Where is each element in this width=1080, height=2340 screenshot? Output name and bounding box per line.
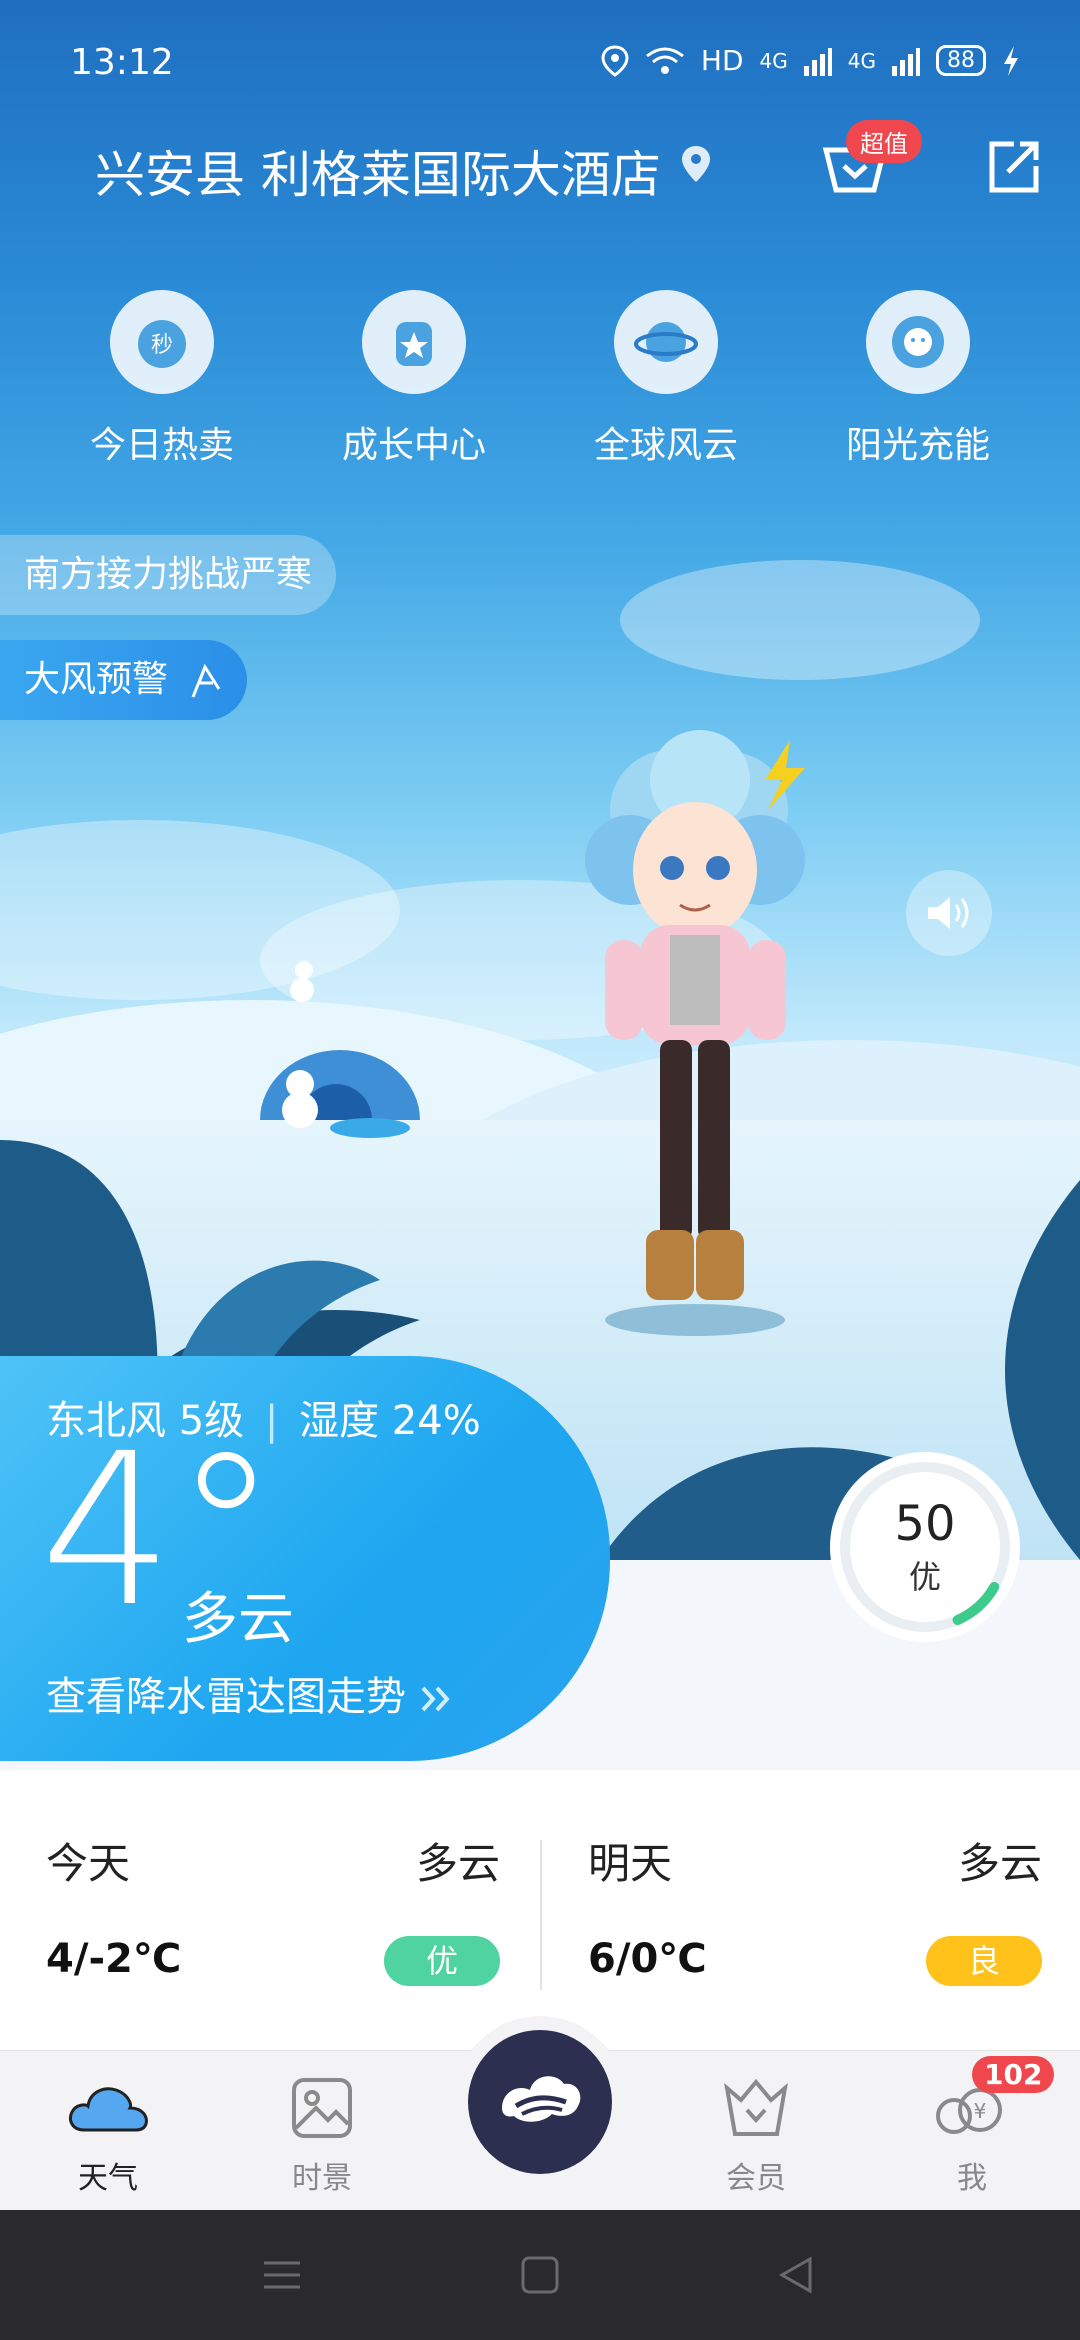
- status-bar: 13:12 HD 4G 4G 88: [0, 0, 1080, 130]
- tab-label: 会员: [726, 2161, 786, 2196]
- current-weather-card[interactable]: 东北风 5级 | 湿度 24% 4° 多云 查看降水雷达图走势: [0, 1356, 610, 1761]
- charging-icon: [1004, 45, 1018, 76]
- humidity-text: 湿度 24%: [299, 1398, 481, 1444]
- warning-banner[interactable]: 大风预警: [0, 640, 248, 720]
- aqi-level: 优: [908, 1558, 941, 1596]
- speaker-button[interactable]: [906, 870, 992, 956]
- menu-icon[interactable]: [262, 2255, 302, 2295]
- svg-text:¥: ¥: [974, 2099, 987, 2123]
- character-illustration: [585, 730, 805, 1336]
- back-icon[interactable]: [776, 2255, 816, 2295]
- planet-icon: [614, 290, 718, 394]
- deal-badge: 超值: [846, 120, 922, 163]
- network-4g-indicator: 4G: [847, 48, 876, 73]
- forecast-panel: 今天 多云 4/-2℃ 优 明天 多云 6/0℃ 良: [0, 1770, 1080, 2050]
- quick-action-global-weather[interactable]: 全球风云: [556, 290, 776, 468]
- signal-icon: [892, 47, 920, 76]
- forecast-condition: 多云: [957, 1839, 1042, 1888]
- forecast-aq-badge: 良: [926, 1936, 1042, 1986]
- quick-action-sunshine[interactable]: 阳光充能: [808, 290, 1028, 468]
- swirl-cloud-icon: [502, 2076, 581, 2122]
- notification-badge: 102: [972, 2056, 1055, 2093]
- hd-indicator: HD: [700, 44, 744, 77]
- quick-action-flash-sale[interactable]: 秒 今日热卖: [52, 290, 272, 468]
- news-banner-text: 南方接力挑战严寒: [24, 554, 313, 595]
- home-icon[interactable]: [520, 2255, 560, 2295]
- quick-action-label: 成长中心: [341, 425, 486, 466]
- forecast-temp-range: 4/-2℃: [46, 1936, 182, 1982]
- radar-link[interactable]: 查看降水雷达图走势: [46, 1664, 459, 1722]
- tab-label: 我: [957, 2161, 987, 2196]
- location-icon: [601, 44, 629, 77]
- growth-medal-icon: [362, 290, 466, 394]
- wind-flag-icon: [192, 663, 221, 698]
- tab-label: 时景: [292, 2161, 352, 2196]
- cloud-shape: [620, 560, 980, 680]
- current-condition: 多云: [182, 1587, 294, 1652]
- quick-action-label: 今日热卖: [89, 425, 234, 466]
- aqi-value: 50: [894, 1496, 956, 1552]
- forecast-temp-range: 6/0℃: [588, 1936, 707, 1982]
- tab-membership[interactable]: 会员: [686, 2071, 826, 2197]
- forecast-day: 明天: [588, 1839, 673, 1888]
- forecast-tomorrow[interactable]: 明天 多云 6/0℃ 良: [542, 1770, 1042, 2030]
- battery-indicator: 88: [936, 45, 986, 76]
- weather-scene: [0, 0, 1080, 1560]
- tab-label: 天气: [78, 2161, 138, 2196]
- signal-icon: [803, 47, 832, 76]
- status-time: 13:12: [70, 42, 174, 83]
- forecast-aq-badge: 优: [384, 1936, 500, 1986]
- tab-weather[interactable]: 天气: [38, 2071, 178, 2197]
- forecast-condition: 多云: [415, 1839, 500, 1888]
- forecast-day: 今天: [46, 1839, 131, 1888]
- location-title[interactable]: 兴安县 利格莱国际大酒店: [95, 135, 661, 207]
- sun-flower-icon: [866, 290, 970, 394]
- warning-banner-text: 大风预警: [24, 659, 169, 700]
- quick-action-growth[interactable]: 成长中心: [304, 290, 524, 468]
- status-icons: HD 4G 4G 88: [601, 44, 1020, 77]
- aqi-gauge[interactable]: 50 优: [830, 1452, 1020, 1642]
- flash-sale-clock-icon: 秒: [110, 290, 214, 394]
- news-banner[interactable]: 南方接力挑战严寒: [0, 535, 337, 615]
- network-4g-indicator: 4G: [759, 48, 788, 73]
- center-app-button[interactable]: [468, 2030, 612, 2174]
- svg-text:秒: 秒: [151, 333, 173, 358]
- quick-action-label: 阳光充能: [845, 425, 990, 466]
- cloud-icon: [69, 2087, 148, 2132]
- system-nav-bar: [0, 2210, 1080, 2340]
- forecast-today[interactable]: 今天 多云 4/-2℃ 优: [0, 1770, 500, 2030]
- location-pin-icon: [682, 146, 710, 182]
- speaker-icon: [928, 897, 969, 929]
- tab-scenery[interactable]: 时景: [252, 2071, 392, 2197]
- picture-icon: [292, 2078, 352, 2138]
- double-chevron-right-icon: [421, 1686, 450, 1712]
- quick-action-label: 全球风云: [593, 425, 738, 466]
- radar-link-text: 查看降水雷达图走势: [46, 1674, 406, 1720]
- share-icon[interactable]: [984, 136, 1044, 196]
- crown-basket-icon: [724, 2078, 788, 2136]
- wifi-icon: [645, 47, 684, 74]
